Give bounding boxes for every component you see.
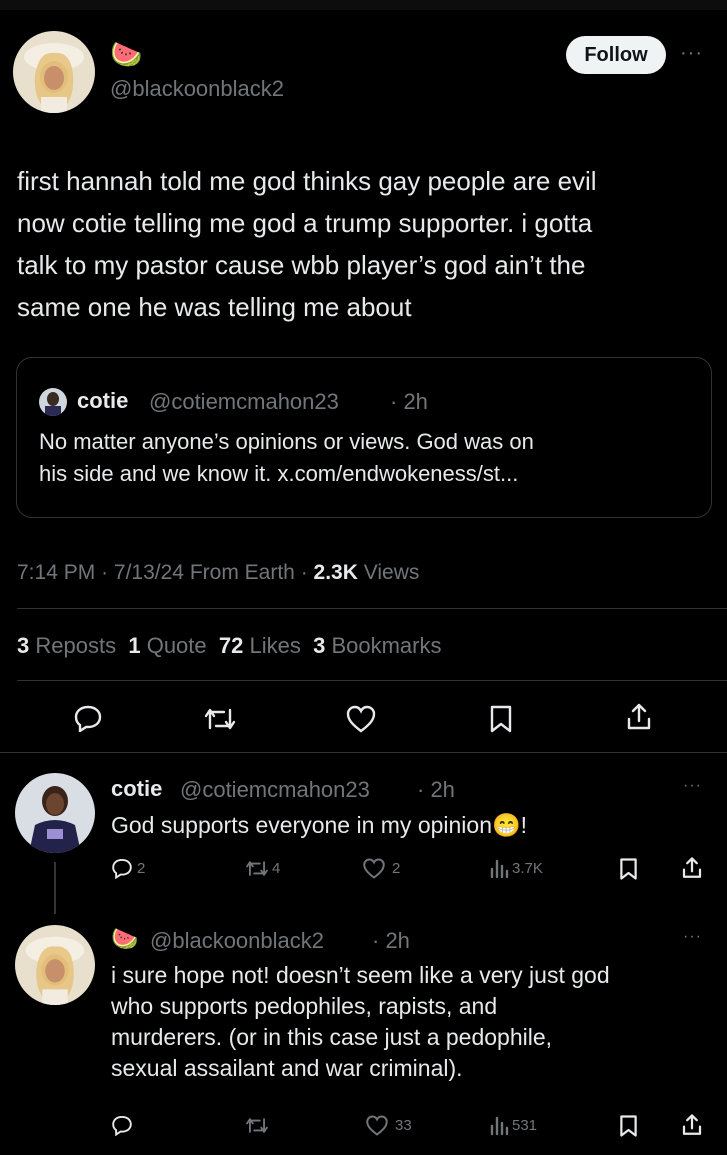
tweet-meta: 7:14 PM · 7/13/24 From Earth · 2.3K View… bbox=[17, 561, 419, 585]
quoted-author-name: cotie bbox=[77, 388, 129, 413]
repost-count: 4 bbox=[272, 860, 281, 877]
reply-time: · 2h bbox=[372, 928, 410, 953]
tweet-source: From Earth bbox=[189, 561, 295, 584]
tweet-text-line: same one he was telling me about bbox=[17, 292, 412, 322]
views-count: 531 bbox=[512, 1117, 538, 1134]
quoted-text-line: No matter anyone’s opinions or views. Go… bbox=[39, 429, 534, 454]
divider bbox=[17, 680, 727, 681]
likes-count: 72 bbox=[218, 633, 244, 658]
views-label: Views bbox=[363, 561, 420, 584]
views-icon[interactable] bbox=[490, 857, 510, 879]
reply-text-line: who supports pedophiles, rapists, and bbox=[111, 993, 498, 1019]
share-icon[interactable] bbox=[680, 856, 704, 880]
repost-icon[interactable] bbox=[203, 706, 237, 732]
reply-text-line: sexual assailant and war criminal). bbox=[111, 1055, 463, 1081]
like-count: 33 bbox=[395, 1117, 412, 1134]
reply-icon[interactable] bbox=[73, 704, 103, 732]
watermelon-emoji: 🍉 bbox=[110, 39, 143, 69]
likes-label: Likes bbox=[249, 633, 301, 658]
more-options-icon[interactable]: ··· bbox=[683, 928, 702, 946]
quoted-time: · 2h bbox=[390, 389, 428, 414]
reply-text: God supports everyone in my opinion😁! bbox=[111, 812, 527, 839]
reply-author-name[interactable]: cotie bbox=[111, 776, 162, 802]
reply-text-line: murderers. (or in this case just a pedop… bbox=[111, 1024, 553, 1050]
reposts-count: 3 bbox=[17, 633, 30, 658]
thread-connector-line bbox=[54, 862, 56, 914]
top-edge bbox=[0, 0, 727, 10]
share-icon[interactable] bbox=[624, 702, 654, 732]
tweet-text-line: first hannah told me god thinks gay peop… bbox=[17, 166, 597, 196]
more-options-icon[interactable]: ··· bbox=[680, 42, 703, 65]
avatar-blackoonblack2[interactable] bbox=[13, 31, 95, 113]
like-icon[interactable] bbox=[365, 1115, 389, 1136]
follow-button[interactable]: Follow bbox=[566, 36, 666, 74]
views-count: 3.7K bbox=[512, 860, 543, 877]
bookmarks-count: 3 bbox=[313, 633, 326, 658]
divider bbox=[17, 608, 727, 609]
tweet-date: · 7/13/24 bbox=[101, 561, 184, 584]
quoted-text-line: his side and we know it. x.com/endwokene… bbox=[39, 461, 519, 486]
quoted-tweet-card[interactable]: cotie @cotiemcmahon23 · 2h No matter any… bbox=[16, 357, 712, 518]
reply-text: i sure hope not! doesn’t seem like a ver… bbox=[111, 960, 721, 1084]
quotes-label: Quote bbox=[146, 633, 207, 658]
tweet-text-line: now cotie telling me god a trump support… bbox=[17, 208, 593, 238]
quoted-author-handle: @cotiemcmahon23 bbox=[149, 389, 339, 414]
tweet-text: first hannah told me god thinks gay peop… bbox=[17, 160, 717, 328]
likes-stat[interactable]: 72 Likes bbox=[219, 633, 301, 658]
watermelon-emoji: 🍉 bbox=[111, 926, 139, 951]
more-options-icon[interactable]: ··· bbox=[683, 777, 702, 795]
reposts-stat[interactable]: 3 Reposts bbox=[17, 633, 116, 658]
reply-icon[interactable] bbox=[111, 1114, 133, 1136]
bookmarks-label: Bookmarks bbox=[331, 633, 442, 658]
meta-separator: · bbox=[300, 561, 308, 584]
like-icon[interactable] bbox=[345, 705, 377, 733]
reply-icon[interactable] bbox=[111, 857, 133, 879]
reply-text-end: ! bbox=[520, 812, 528, 838]
bookmark-icon[interactable] bbox=[619, 857, 638, 881]
reply-author-handle[interactable]: @blackoonblack2 bbox=[150, 928, 324, 954]
bookmark-icon[interactable] bbox=[619, 1114, 638, 1138]
avatar-cotie[interactable] bbox=[15, 773, 95, 853]
like-icon[interactable] bbox=[362, 858, 386, 879]
engagement-stats: 3 Reposts 1 Quote 72 Likes 3 Bookmarks bbox=[17, 633, 442, 659]
quotes-count: 1 bbox=[128, 633, 141, 658]
author-handle[interactable]: @blackoonblack2 bbox=[110, 76, 284, 102]
tweet-text-line: talk to my pastor cause wbb player’s god… bbox=[17, 250, 586, 280]
reply-text-body: God supports everyone in my opinion bbox=[111, 812, 492, 838]
bookmark-icon[interactable] bbox=[489, 704, 513, 734]
reply-time: · 2h bbox=[417, 777, 455, 802]
bookmarks-stat[interactable]: 3 Bookmarks bbox=[313, 633, 441, 658]
reply-text-line: i sure hope not! doesn’t seem like a ver… bbox=[111, 962, 610, 988]
divider bbox=[0, 752, 727, 753]
grin-emoji: 😁 bbox=[492, 812, 521, 838]
like-count: 2 bbox=[392, 860, 401, 877]
avatar-blackoonblack2[interactable] bbox=[15, 925, 95, 1005]
views-count: 2.3K bbox=[313, 561, 358, 584]
quotes-stat[interactable]: 1 Quote bbox=[128, 633, 206, 658]
views-icon[interactable] bbox=[490, 1114, 510, 1136]
repost-icon[interactable] bbox=[245, 859, 269, 878]
reply-author-handle[interactable]: @cotiemcmahon23 bbox=[180, 777, 370, 803]
tweet-time: 7:14 PM bbox=[17, 561, 96, 584]
share-icon[interactable] bbox=[680, 1113, 704, 1137]
reposts-label: Reposts bbox=[35, 633, 117, 658]
quoted-text: No matter anyone’s opinions or views. Go… bbox=[39, 426, 699, 490]
reply-count: 2 bbox=[137, 860, 146, 877]
repost-icon[interactable] bbox=[245, 1116, 269, 1135]
avatar-cotie-small bbox=[39, 388, 67, 416]
